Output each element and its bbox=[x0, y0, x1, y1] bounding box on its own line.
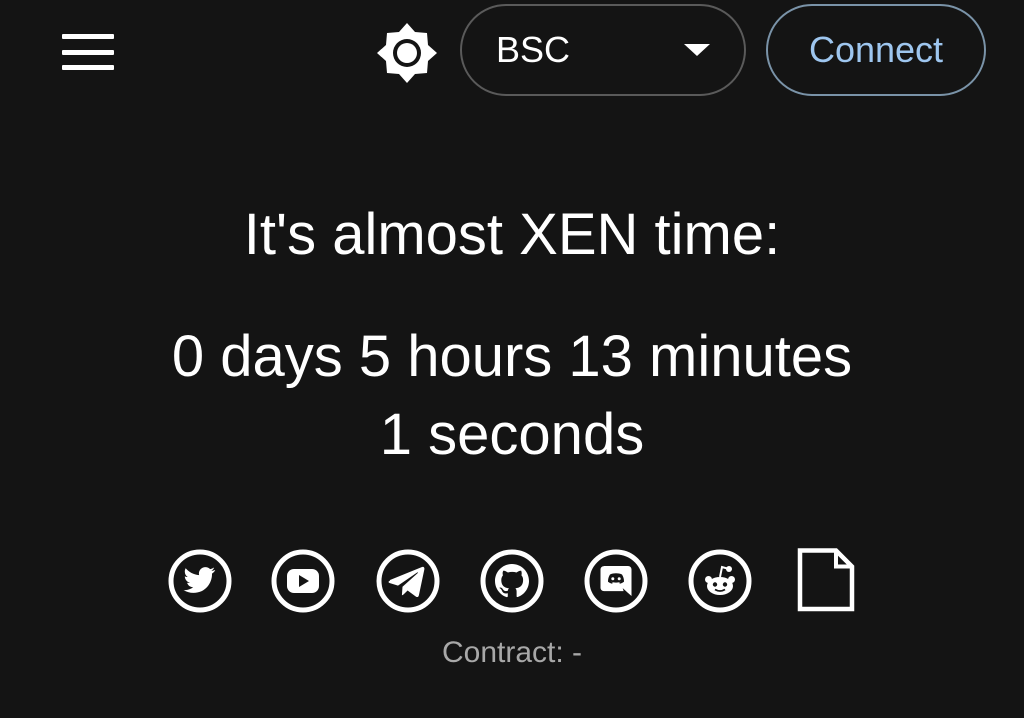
discord-icon[interactable] bbox=[583, 548, 649, 614]
page-title: It's almost XEN time: bbox=[243, 202, 781, 267]
app-page: BSC Connect It's almost XEN time: 0 days… bbox=[0, 0, 1024, 718]
chain-select[interactable]: BSC bbox=[460, 4, 746, 96]
menu-line bbox=[62, 49, 114, 55]
caret-down-icon bbox=[684, 44, 710, 56]
telegram-icon[interactable] bbox=[375, 548, 441, 614]
chain-select-value: BSC bbox=[496, 29, 571, 70]
menu-line bbox=[62, 65, 114, 70]
hamburger-menu-icon[interactable] bbox=[62, 34, 118, 70]
reddit-icon[interactable] bbox=[687, 548, 753, 614]
connect-button[interactable]: Connect bbox=[766, 4, 986, 96]
countdown-line: 0 days 5 hours 13 minutes bbox=[171, 324, 853, 389]
youtube-icon[interactable] bbox=[270, 548, 336, 614]
social-links bbox=[0, 548, 1024, 614]
countdown-timer: 0 days 5 hours 13 minutes 1 seconds bbox=[120, 318, 904, 474]
countdown-line: 1 seconds bbox=[379, 402, 645, 467]
brightness-icon[interactable] bbox=[376, 22, 438, 84]
github-icon[interactable] bbox=[479, 548, 545, 614]
contract-address: Contract: - bbox=[441, 636, 583, 669]
menu-line bbox=[62, 34, 114, 39]
document-icon[interactable] bbox=[791, 548, 857, 614]
twitter-icon[interactable] bbox=[167, 548, 233, 614]
